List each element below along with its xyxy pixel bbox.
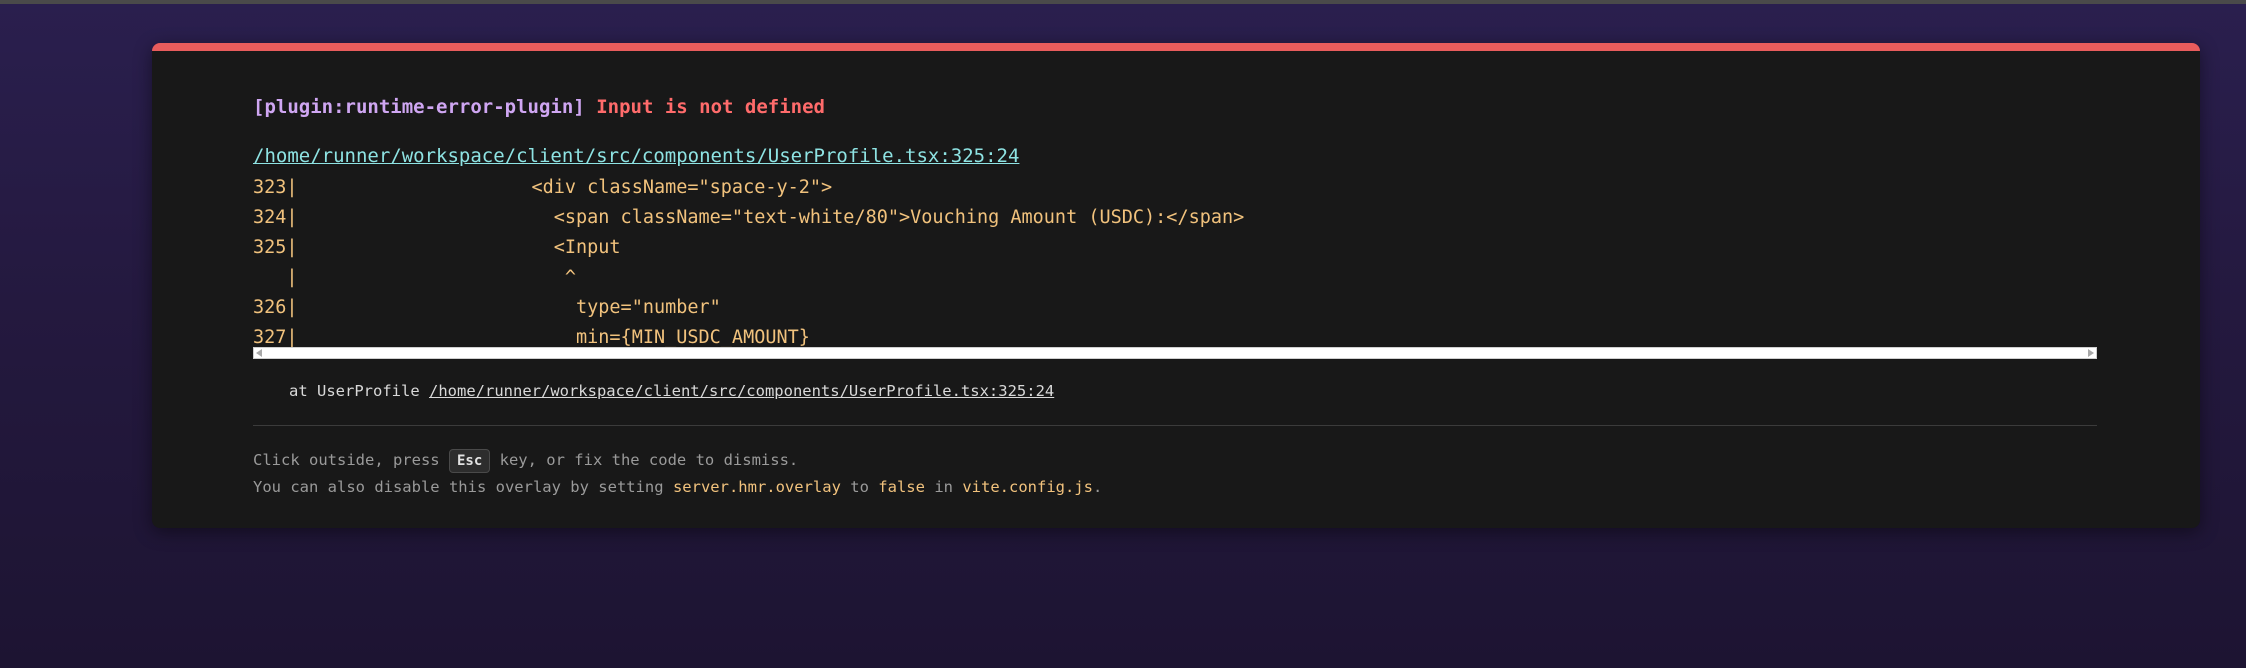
tip-text: in [934, 478, 953, 496]
error-overlay[interactable]: [plugin:runtime-error-plugin] Input is n… [152, 43, 2200, 528]
setting-name: server.hmr.overlay [672, 478, 841, 496]
code-line: 323| <div className="space-y-2"> [253, 177, 833, 198]
code-frame: 323| <div className="space-y-2"> 324| <s… [253, 173, 2097, 353]
tip-text: to [850, 478, 869, 496]
tip-text: Click outside, press [253, 451, 440, 469]
stack-prefix: at UserProfile [289, 382, 420, 400]
code-line: 325| <Input [253, 237, 621, 258]
setting-value: false [878, 478, 925, 496]
code-line: 324| <span className="text-white/80">Vou… [253, 207, 1245, 228]
stack-trace: at UserProfile /home/runner/workspace/cl… [289, 382, 1054, 400]
tip-text: key, or fix the code to dismiss. [499, 451, 799, 469]
code-line: | ^ [253, 267, 577, 288]
dismiss-tip: Click outside, press Esc key, or fix the… [253, 449, 798, 473]
config-file-name: vite.config.js [962, 478, 1093, 496]
error-file-link[interactable]: /home/runner/workspace/client/src/compon… [253, 145, 1019, 167]
tip-text: You can also disable this overlay by set… [253, 478, 664, 496]
code-line: 326| type="number" [253, 297, 721, 318]
horizontal-scrollbar[interactable] [253, 347, 2097, 359]
error-message: [plugin:runtime-error-plugin] Input is n… [253, 96, 825, 118]
error-text: Input is not defined [596, 96, 825, 118]
tip-period: . [1092, 478, 1103, 496]
scroll-left-icon[interactable] [256, 349, 262, 357]
divider [253, 425, 2097, 426]
plugin-name: [plugin:runtime-error-plugin] [253, 96, 585, 118]
esc-key-badge: Esc [448, 449, 491, 473]
top-bar [0, 0, 2246, 4]
stack-file-link[interactable]: /home/runner/workspace/client/src/compon… [429, 382, 1054, 400]
scroll-right-icon[interactable] [2088, 349, 2094, 357]
disable-tip: You can also disable this overlay by set… [253, 478, 1102, 496]
